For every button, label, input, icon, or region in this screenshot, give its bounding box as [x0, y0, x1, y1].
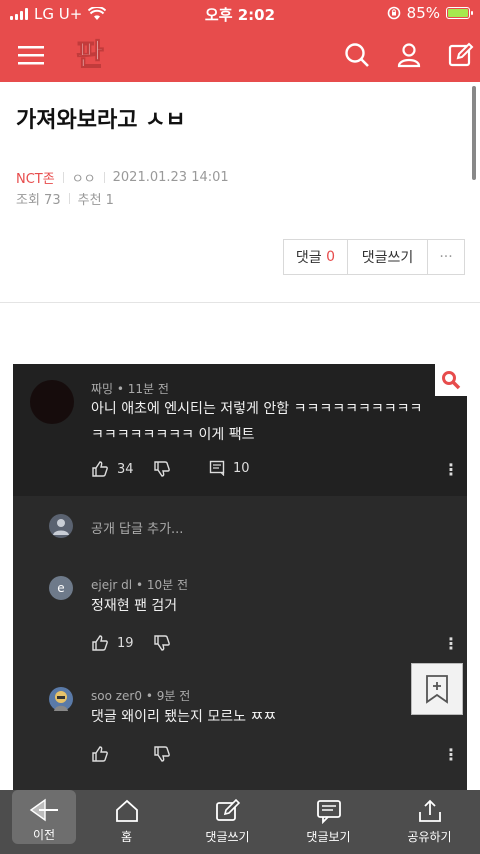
comment-count: 0 — [326, 249, 336, 265]
nav-write-comment[interactable]: 댓글쓰기 — [177, 790, 278, 854]
like-button[interactable]: 34 — [91, 460, 134, 478]
divider — [68, 193, 70, 204]
more-options-icon[interactable]: ⋮ — [443, 462, 459, 478]
comment-text: 아니 애초에 엔시티는 저렇게 안함 ㅋㅋㅋㅋㅋㅋㅋㅋㅋㅋ ㅋㅋㅋㅋㅋㅋㅋㅋ 이… — [91, 396, 461, 448]
back-arrow-icon — [29, 798, 58, 822]
logo-icon: 판 — [76, 38, 105, 74]
status-right: 85% — [387, 4, 473, 22]
nav-share-label: 공유하기 — [407, 830, 452, 844]
rotation-lock-icon — [387, 6, 400, 20]
search-icon — [345, 43, 369, 67]
scrollbar[interactable] — [472, 86, 476, 180]
comment-line: ㅋㅋㅋㅋㅋㅋㅋㅋ 이게 팩트 — [91, 427, 255, 443]
comment-icon — [209, 460, 225, 476]
share-icon — [418, 799, 441, 822]
battery-icon — [446, 7, 473, 19]
pann-logo[interactable]: 판 — [70, 34, 110, 74]
nav-home[interactable]: 홈 — [76, 790, 177, 854]
hamburger-icon — [18, 46, 44, 65]
reply-input[interactable]: 공개 답글 추가... — [91, 518, 183, 537]
dislike-button[interactable] — [153, 634, 171, 652]
more-options-icon[interactable]: ⋮ — [443, 747, 459, 763]
battery-percent: 85% — [406, 4, 440, 22]
comment-meta: 짜밍 • 11분 전 — [91, 382, 169, 396]
nav-back-label: 이전 — [32, 828, 56, 842]
reply-meta: soo zer0 • 9분 전 — [91, 689, 191, 703]
nav-back[interactable]: 이전 — [12, 790, 76, 844]
dislike-button[interactable] — [153, 460, 171, 478]
avatar — [49, 687, 73, 711]
post-title: 가져와보라고 ㅅㅂ — [16, 108, 186, 133]
post-action-buttons: 댓글 0 댓글쓰기 ··· — [283, 239, 465, 275]
recommend-count: 추천 1 — [77, 193, 114, 208]
bookmark-add-icon — [426, 675, 448, 704]
like-count: 34 — [117, 461, 134, 477]
home-icon — [115, 799, 138, 822]
thumbs-up-icon — [92, 635, 108, 651]
user-avatar-icon — [49, 514, 73, 538]
edit-icon — [215, 798, 240, 821]
embedded-image[interactable]: 짜밍 • 11분 전 아니 애초에 엔시티는 저렇게 안함 ㅋㅋㅋㅋㅋㅋㅋㅋㅋㅋ… — [13, 364, 467, 854]
status-bar: LG U+ 오후 2:02 85% — [0, 0, 480, 28]
author-link[interactable]: NCT존 — [16, 168, 55, 187]
nav-share[interactable]: 공유하기 — [379, 790, 480, 854]
avatar — [30, 380, 74, 424]
post-meta-stats: 조회 73 추천 1 — [16, 189, 114, 208]
avatar: e — [49, 576, 73, 600]
content-divider — [0, 302, 480, 303]
bottom-nav: 이전 홈 댓글쓰기 댓글보기 공유하기 — [0, 790, 480, 854]
like-button[interactable] — [91, 745, 109, 763]
svg-text:판: 판 — [76, 38, 104, 73]
thumbs-up-icon — [92, 461, 108, 477]
menu-button[interactable] — [14, 38, 48, 72]
reply-thread — [13, 496, 467, 796]
comment-line: 아니 애초에 엔시티는 저렇게 안함 ㅋㅋㅋㅋㅋㅋㅋㅋㅋㅋ — [91, 401, 423, 417]
nav-write-label: 댓글쓰기 — [205, 830, 250, 844]
edit-icon — [448, 42, 474, 67]
dislike-button[interactable] — [153, 745, 171, 763]
write-comment-button[interactable]: 댓글쓰기 — [348, 240, 428, 274]
author-tag: ㅇㅇ — [71, 172, 96, 187]
user-icon — [397, 43, 421, 68]
divider — [103, 172, 105, 183]
app-header: 판 — [0, 28, 480, 82]
reply-count: 10 — [233, 460, 250, 476]
nav-home-label: 홈 — [120, 830, 133, 844]
comment-label: 댓글 — [295, 250, 322, 266]
reply-text: 댓글 왜이리 됐는지 모르노 ㅉㅉ — [91, 709, 277, 725]
post-datetime: 2021.01.23 14:01 — [112, 170, 229, 185]
reply-text: 정재현 팬 검거 — [91, 598, 178, 614]
divider — [62, 172, 64, 183]
thumbs-down-icon — [154, 746, 170, 762]
more-options-icon[interactable]: ⋮ — [443, 636, 459, 652]
nav-view-label: 댓글보기 — [306, 830, 351, 844]
magnifier-icon — [442, 371, 461, 390]
nav-view-comments[interactable]: 댓글보기 — [278, 790, 379, 854]
thumbs-down-icon — [154, 635, 170, 651]
search-button[interactable] — [340, 38, 374, 72]
profile-button[interactable] — [392, 38, 426, 72]
thumbs-down-icon — [154, 461, 170, 477]
comment-count-button[interactable]: 댓글 0 — [284, 240, 348, 274]
replies-button[interactable]: 10 — [209, 460, 250, 476]
zoom-button[interactable] — [435, 364, 467, 396]
view-count: 조회 73 — [16, 193, 61, 208]
write-post-button[interactable] — [444, 38, 478, 72]
thumbs-up-icon — [92, 746, 108, 762]
bookmark-button[interactable] — [411, 663, 463, 715]
like-count: 19 — [117, 635, 134, 651]
more-button[interactable]: ··· — [428, 240, 464, 274]
comment-icon — [316, 800, 341, 824]
like-button[interactable]: 19 — [91, 634, 134, 652]
reply-meta: ejejr dl • 10분 전 — [91, 578, 189, 592]
post-meta-author: NCT존 ㅇㅇ 2021.01.23 14:01 — [16, 168, 229, 187]
